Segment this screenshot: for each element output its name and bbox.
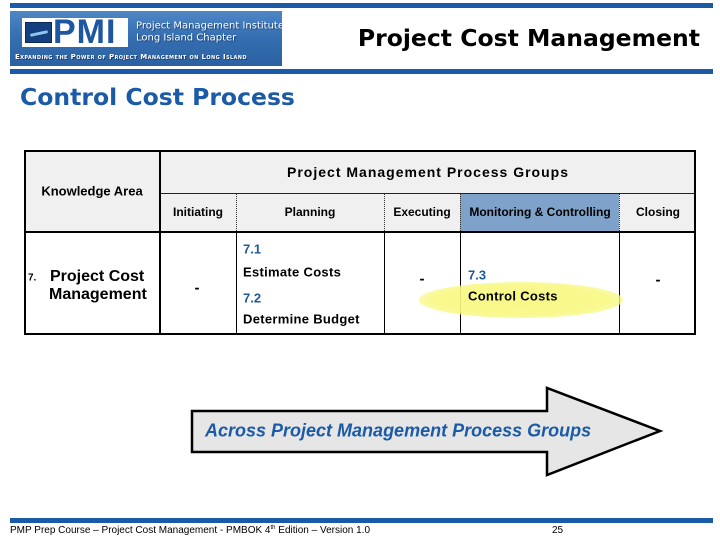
logo-org-line2: Long Island Chapter bbox=[136, 32, 237, 44]
header-bottom-band bbox=[10, 69, 713, 74]
long-island-icon bbox=[25, 22, 52, 43]
logo-mark-text: PMI bbox=[53, 18, 117, 47]
table-border bbox=[24, 150, 696, 335]
slide-heading: Control Cost Process bbox=[20, 83, 295, 111]
logo-org-line1: Project Management Institute bbox=[136, 20, 282, 32]
footer-band bbox=[10, 518, 713, 523]
header-top-band bbox=[10, 3, 713, 8]
page-number: 25 bbox=[552, 525, 564, 536]
page-title: Project Cost Management bbox=[357, 24, 700, 52]
pmi-logo: PMI Project Management Institute Long Is… bbox=[10, 11, 282, 66]
footer-course-text: PMP Prep Course – Project Cost Managemen… bbox=[10, 525, 370, 536]
island-shape-icon bbox=[29, 30, 49, 37]
footer-text-main: PMP Prep Course – Project Cost Managemen… bbox=[10, 525, 271, 536]
arrow-label: Across Project Management Process Groups bbox=[205, 420, 592, 441]
footer-text-rest: Edition – Version 1.0 bbox=[275, 525, 371, 536]
logo-mark-box: PMI bbox=[22, 18, 128, 47]
process-groups-table: Knowledge Area Project Management Proces… bbox=[24, 150, 696, 335]
logo-tagline: Expanding the Power of Project Managemen… bbox=[15, 53, 247, 61]
